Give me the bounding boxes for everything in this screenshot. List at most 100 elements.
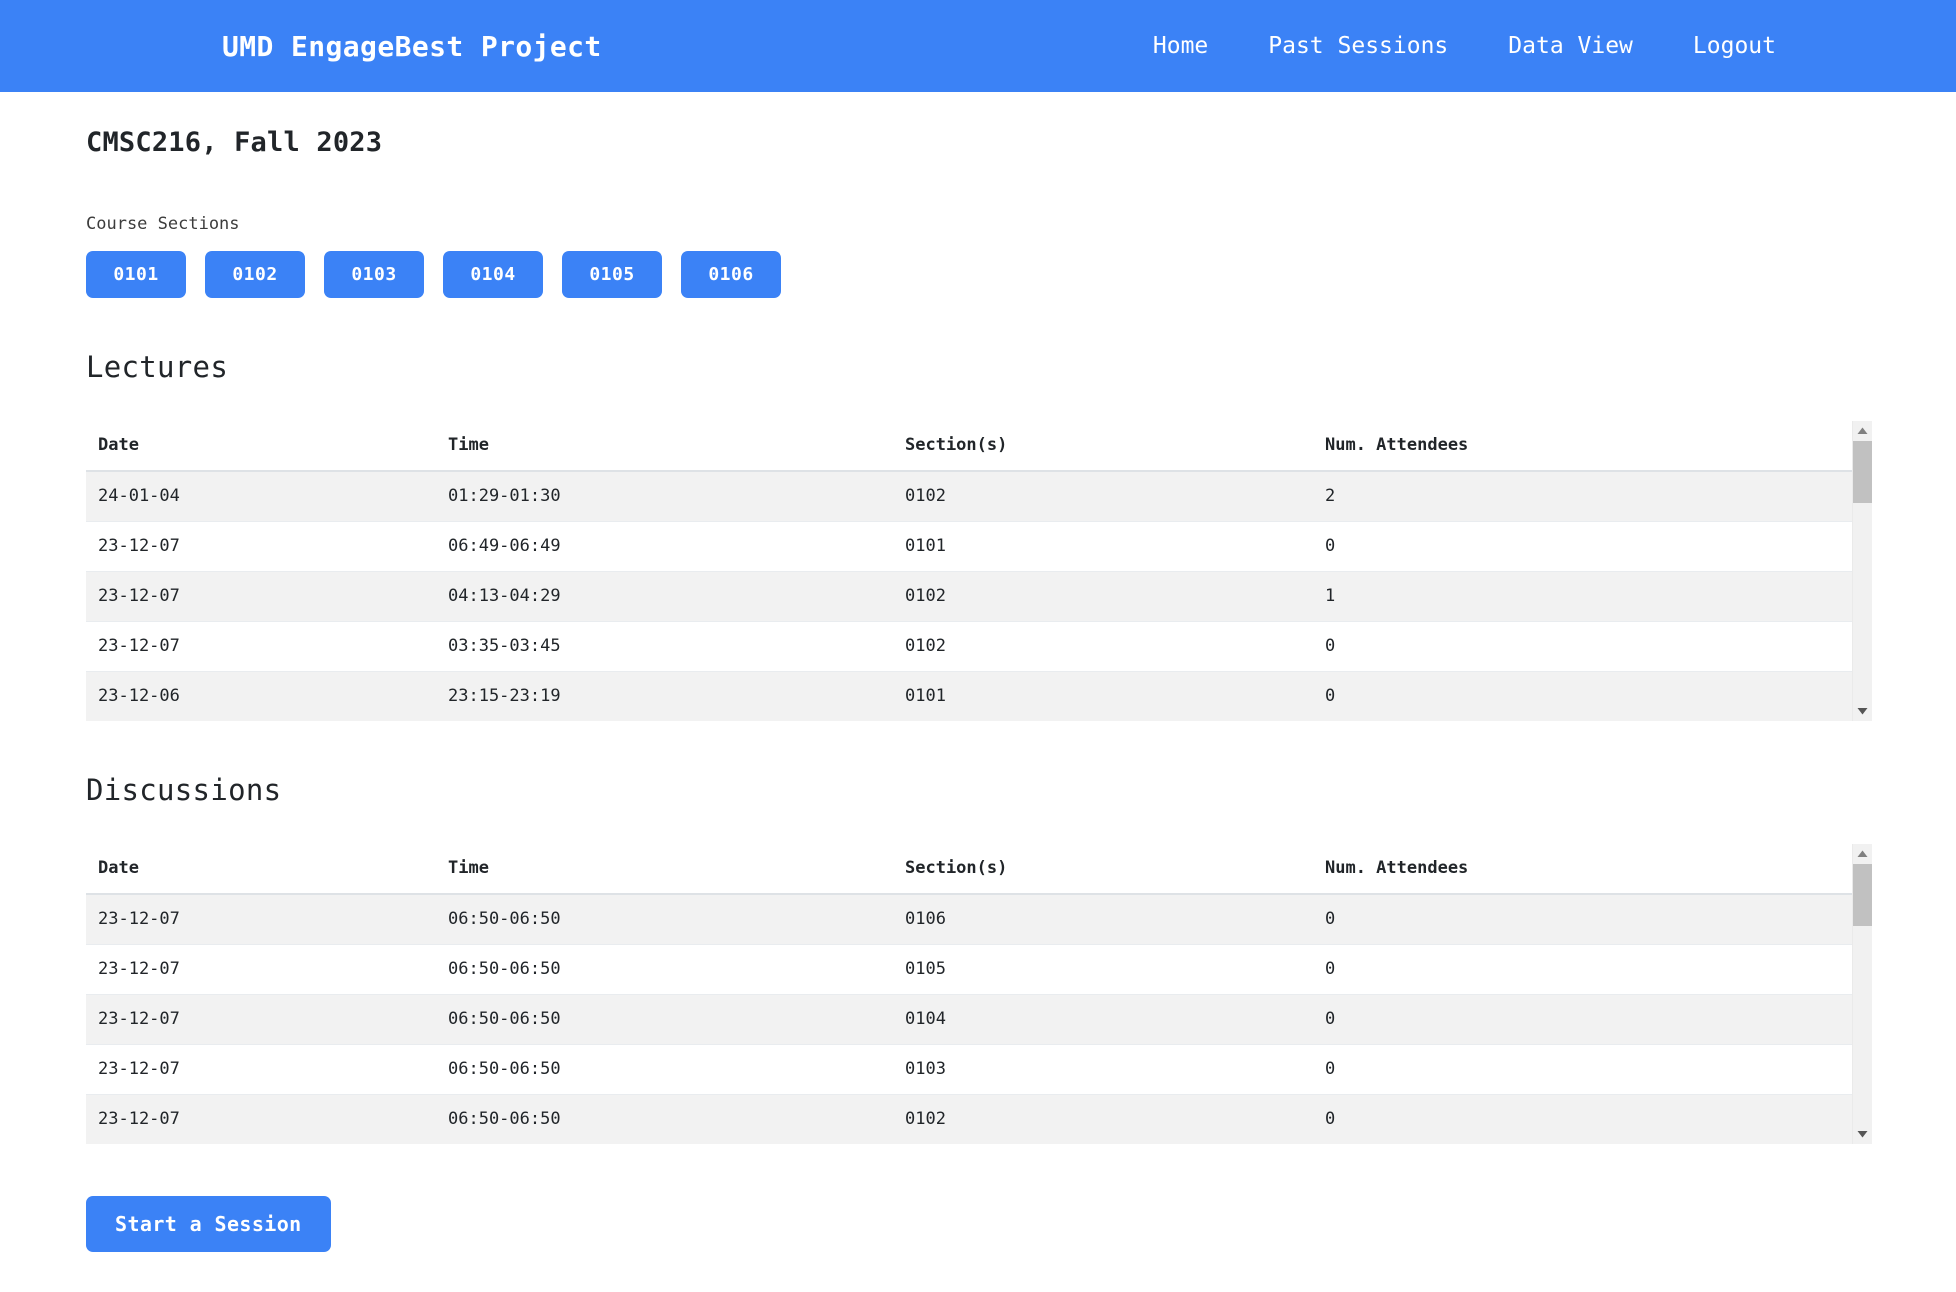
- cell-sections: 0102: [893, 571, 1313, 622]
- cell-attendees: 0: [1313, 1094, 1852, 1144]
- discussions-heading: Discussions: [86, 773, 282, 807]
- course-sections-list: 0101 0102 0103 0104 0105 0106: [86, 251, 1870, 298]
- discussions-scrollbar-track[interactable]: [1853, 864, 1872, 1124]
- discussions-table-scroll: Date Time Section(s) Num. Attendees 23-1…: [86, 844, 1852, 1144]
- cell-time: 06:50-06:50: [436, 1044, 893, 1095]
- cell-attendees: 1: [1313, 571, 1852, 622]
- nav-link-logout[interactable]: Logout: [1693, 33, 1776, 59]
- cell-time: 06:49-06:49: [436, 521, 893, 572]
- table-row[interactable]: 24-01-04 01:29-01:30 0102 2: [86, 470, 1852, 522]
- navbar-brand[interactable]: UMD EngageBest Project: [222, 30, 602, 63]
- lectures-table: Date Time Section(s) Num. Attendees 24-0…: [86, 421, 1852, 721]
- lectures-table-scroll: Date Time Section(s) Num. Attendees 24-0…: [86, 421, 1852, 721]
- scroll-down-arrow-icon[interactable]: [1853, 701, 1872, 721]
- cell-attendees: 0: [1313, 994, 1852, 1045]
- cell-sections: 0106: [893, 893, 1313, 945]
- lectures-scrollbar-track[interactable]: [1853, 441, 1872, 701]
- cell-date: 23-12-07: [86, 571, 436, 622]
- cell-attendees: 0: [1313, 621, 1852, 672]
- discussions-col-time[interactable]: Time: [436, 844, 893, 895]
- cell-time: 01:29-01:30: [436, 470, 893, 522]
- cell-date: 23-12-06: [86, 671, 436, 721]
- section-button-0101[interactable]: 0101: [86, 251, 186, 298]
- cell-time: 06:50-06:50: [436, 893, 893, 945]
- start-session-button[interactable]: Start a Session: [86, 1196, 331, 1252]
- cell-time: 06:50-06:50: [436, 1094, 893, 1144]
- lectures-col-date[interactable]: Date: [86, 421, 436, 472]
- discussions-col-sections[interactable]: Section(s): [893, 844, 1313, 895]
- cell-attendees: 0: [1313, 893, 1852, 945]
- discussions-scrollbar-thumb[interactable]: [1853, 864, 1872, 926]
- cell-attendees: 0: [1313, 944, 1852, 995]
- page-title: CMSC216, Fall 2023: [86, 127, 383, 158]
- table-row[interactable]: 23-12-07 03:35-03:45 0102 0: [86, 621, 1852, 672]
- section-button-0106[interactable]: 0106: [681, 251, 781, 298]
- lectures-table-wrap: Date Time Section(s) Num. Attendees 24-0…: [86, 421, 1872, 721]
- cell-attendees: 2: [1313, 470, 1852, 522]
- discussions-table-head: Date Time Section(s) Num. Attendees: [86, 844, 1852, 895]
- nav-link-data-view[interactable]: Data View: [1508, 33, 1633, 59]
- cell-sections: 0102: [893, 1094, 1313, 1144]
- discussions-scrollbar[interactable]: [1852, 844, 1872, 1144]
- cell-date: 24-01-04: [86, 470, 436, 522]
- cell-sections: 0102: [893, 621, 1313, 672]
- cell-date: 23-12-07: [86, 994, 436, 1045]
- lectures-scrollbar-thumb[interactable]: [1853, 441, 1872, 503]
- lectures-col-attendees[interactable]: Num. Attendees: [1313, 421, 1852, 472]
- discussions-col-date[interactable]: Date: [86, 844, 436, 895]
- cell-time: 06:50-06:50: [436, 994, 893, 1045]
- table-row[interactable]: 23-12-07 04:13-04:29 0102 1: [86, 571, 1852, 622]
- cell-sections: 0102: [893, 470, 1313, 522]
- scroll-up-arrow-icon[interactable]: [1853, 844, 1872, 864]
- cell-time: 06:50-06:50: [436, 944, 893, 995]
- discussions-header-row: Date Time Section(s) Num. Attendees: [86, 844, 1852, 895]
- cell-sections: 0103: [893, 1044, 1313, 1095]
- table-row[interactable]: 23-12-07 06:49-06:49 0101 0: [86, 521, 1852, 572]
- scroll-down-arrow-icon[interactable]: [1853, 1124, 1872, 1144]
- table-row[interactable]: 23-12-07 06:50-06:50 0105 0: [86, 944, 1852, 995]
- cell-date: 23-12-07: [86, 621, 436, 672]
- table-row[interactable]: 23-12-06 23:15-23:19 0101 0: [86, 671, 1852, 721]
- section-button-0103[interactable]: 0103: [324, 251, 424, 298]
- section-button-0102[interactable]: 0102: [205, 251, 305, 298]
- lectures-table-body: 24-01-04 01:29-01:30 0102 2 23-12-07 06:…: [86, 470, 1852, 721]
- nav-link-home[interactable]: Home: [1153, 33, 1208, 59]
- page-content: CMSC216, Fall 2023 Course Sections 0101 …: [0, 127, 1956, 1292]
- discussions-table: Date Time Section(s) Num. Attendees 23-1…: [86, 844, 1852, 1144]
- lectures-scrollbar[interactable]: [1852, 421, 1872, 721]
- cell-date: 23-12-07: [86, 1094, 436, 1144]
- cell-time: 03:35-03:45: [436, 621, 893, 672]
- cell-sections: 0101: [893, 521, 1313, 572]
- section-button-0104[interactable]: 0104: [443, 251, 543, 298]
- cell-attendees: 0: [1313, 671, 1852, 721]
- discussions-table-body: 23-12-07 06:50-06:50 0106 0 23-12-07 06:…: [86, 893, 1852, 1144]
- table-row[interactable]: 23-12-07 06:50-06:50 0104 0: [86, 994, 1852, 1045]
- scroll-up-arrow-icon[interactable]: [1853, 421, 1872, 441]
- cell-attendees: 0: [1313, 1044, 1852, 1095]
- cell-sections: 0101: [893, 671, 1313, 721]
- discussions-table-wrap: Date Time Section(s) Num. Attendees 23-1…: [86, 844, 1872, 1144]
- cell-date: 23-12-07: [86, 893, 436, 945]
- cell-date: 23-12-07: [86, 944, 436, 995]
- lectures-header-row: Date Time Section(s) Num. Attendees: [86, 421, 1852, 472]
- navbar-links: Home Past Sessions Data View Logout: [1153, 33, 1776, 59]
- cell-sections: 0105: [893, 944, 1313, 995]
- lectures-heading: Lectures: [86, 350, 229, 384]
- cell-time: 04:13-04:29: [436, 571, 893, 622]
- table-row[interactable]: 23-12-07 06:50-06:50 0103 0: [86, 1044, 1852, 1095]
- nav-link-past-sessions[interactable]: Past Sessions: [1268, 33, 1448, 59]
- cell-date: 23-12-07: [86, 1044, 436, 1095]
- cell-time: 23:15-23:19: [436, 671, 893, 721]
- lectures-table-head: Date Time Section(s) Num. Attendees: [86, 421, 1852, 472]
- top-navbar: UMD EngageBest Project Home Past Session…: [0, 0, 1956, 92]
- cell-attendees: 0: [1313, 521, 1852, 572]
- section-button-0105[interactable]: 0105: [562, 251, 662, 298]
- cell-sections: 0104: [893, 994, 1313, 1045]
- table-row[interactable]: 23-12-07 06:50-06:50 0102 0: [86, 1094, 1852, 1144]
- course-sections-label: Course Sections: [86, 214, 240, 234]
- discussions-col-attendees[interactable]: Num. Attendees: [1313, 844, 1852, 895]
- lectures-col-time[interactable]: Time: [436, 421, 893, 472]
- table-row[interactable]: 23-12-07 06:50-06:50 0106 0: [86, 893, 1852, 945]
- cell-date: 23-12-07: [86, 521, 436, 572]
- lectures-col-sections[interactable]: Section(s): [893, 421, 1313, 472]
